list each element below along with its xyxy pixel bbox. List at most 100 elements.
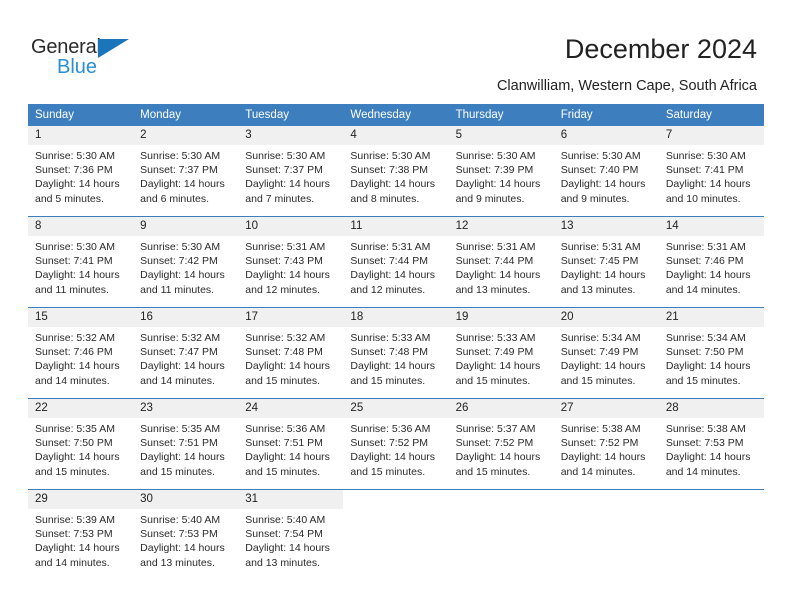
day-details bbox=[449, 509, 554, 513]
day-details: Sunrise: 5:34 AM Sunset: 7:49 PM Daylight:… bbox=[554, 327, 659, 388]
calendar-day-cell[interactable]: 13 Sunrise: 5:31 AM Sunset: 7:45 PM Dayligh… bbox=[553, 216, 659, 308]
daylight-duration-line2: and 13 minutes. bbox=[455, 283, 531, 296]
calendar-day-cell[interactable]: 21 Sunrise: 5:34 AM Sunset: 7:50 PM Dayligh… bbox=[658, 307, 764, 399]
day-details: Sunrise: 5:36 AM Sunset: 7:52 PM Daylight:… bbox=[343, 418, 448, 479]
sunset-time: Sunset: 7:50 PM bbox=[35, 437, 113, 450]
sunset-time: Sunset: 7:47 PM bbox=[140, 346, 218, 359]
calendar-day-cell[interactable]: 25 Sunrise: 5:36 AM Sunset: 7:52 PM Dayligh… bbox=[343, 398, 449, 490]
sunset-time: Sunset: 7:48 PM bbox=[245, 346, 323, 359]
calendar-day-cell[interactable]: 19 Sunrise: 5:33 AM Sunset: 7:49 PM Dayligh… bbox=[448, 307, 554, 399]
page-header: General Blue December 2024 Clanwilliam, … bbox=[0, 0, 792, 100]
sunset-time: Sunset: 7:52 PM bbox=[350, 437, 429, 450]
calendar-day-cell[interactable]: 29 Sunrise: 5:39 AM Sunset: 7:53 PM Dayligh… bbox=[28, 489, 134, 580]
sunrise-time: Sunrise: 5:36 AM bbox=[245, 423, 326, 435]
day-details: Sunrise: 5:32 AM Sunset: 7:48 PM Daylight:… bbox=[238, 327, 343, 388]
day-number: 6 bbox=[553, 126, 659, 145]
day-number: 31 bbox=[238, 490, 344, 509]
calendar-day-cell[interactable]: 2 Sunrise: 5:30 AM Sunset: 7:37 PM Daylight… bbox=[133, 126, 239, 217]
sunrise-time: Sunrise: 5:38 AM bbox=[665, 423, 746, 435]
calendar-day-cell[interactable]: 10 Sunrise: 5:31 AM Sunset: 7:43 PM Dayligh… bbox=[238, 216, 344, 308]
calendar-day-cell[interactable]: 31 Sunrise: 5:40 AM Sunset: 7:54 PM Dayligh… bbox=[238, 489, 344, 580]
daylight-duration-line2: and 6 minutes. bbox=[140, 192, 210, 205]
calendar-day-cell[interactable]: 23 Sunrise: 5:35 AM Sunset: 7:51 PM Dayligh… bbox=[133, 398, 239, 490]
sunset-time: Sunset: 7:45 PM bbox=[560, 255, 639, 268]
calendar-day-cell[interactable]: 6 Sunrise: 5:30 AM Sunset: 7:40 PM Daylight… bbox=[553, 126, 659, 217]
calendar-day-cell[interactable]: 14 Sunrise: 5:31 AM Sunset: 7:46 PM Dayligh… bbox=[658, 216, 764, 308]
day-details: Sunrise: 5:33 AM Sunset: 7:49 PM Daylight:… bbox=[449, 327, 554, 388]
daylight-duration-line1: Daylight: 14 hours bbox=[665, 178, 751, 191]
calendar-day-cell[interactable]: 22 Sunrise: 5:35 AM Sunset: 7:50 PM Dayligh… bbox=[28, 398, 134, 490]
daylight-duration-line1: Daylight: 14 hours bbox=[560, 269, 646, 282]
daylight-duration-line1: Daylight: 14 hours bbox=[350, 178, 436, 191]
calendar-day-cell[interactable]: 4 Sunrise: 5:30 AM Sunset: 7:38 PM Daylight… bbox=[343, 126, 449, 217]
daylight-duration-line1: Daylight: 14 hours bbox=[35, 178, 120, 191]
calendar-day-cell[interactable]: 24 Sunrise: 5:36 AM Sunset: 7:51 PM Dayligh… bbox=[238, 398, 344, 490]
day-number: 1 bbox=[28, 126, 134, 145]
weekday-header-friday: Friday bbox=[553, 104, 659, 126]
sunrise-sunset-calendar: Sunday Monday Tuesday Wednesday Thursday… bbox=[28, 104, 764, 580]
sunset-time: Sunset: 7:49 PM bbox=[560, 346, 639, 359]
sunrise-time: Sunrise: 5:31 AM bbox=[560, 241, 641, 253]
daylight-duration-line2: and 13 minutes. bbox=[560, 283, 636, 296]
daylight-duration-line2: and 14 minutes. bbox=[35, 556, 110, 569]
daylight-duration-line1: Daylight: 14 hours bbox=[665, 451, 751, 464]
daylight-duration-line1: Daylight: 14 hours bbox=[140, 178, 225, 191]
calendar-day-cell[interactable]: 30 Sunrise: 5:40 AM Sunset: 7:53 PM Dayligh… bbox=[133, 489, 239, 580]
calendar-day-cell[interactable]: 11 Sunrise: 5:31 AM Sunset: 7:44 PM Dayligh… bbox=[343, 216, 449, 308]
logo-text-blue: Blue bbox=[57, 56, 98, 78]
calendar-day-cell[interactable]: 1 Sunrise: 5:30 AM Sunset: 7:36 PM Daylight… bbox=[28, 126, 134, 217]
daylight-duration-line1: Daylight: 14 hours bbox=[455, 269, 541, 282]
day-number: 23 bbox=[133, 399, 239, 418]
generalblue-logo[interactable]: General Blue bbox=[31, 36, 171, 84]
day-details bbox=[343, 509, 448, 513]
sunset-time: Sunset: 7:42 PM bbox=[140, 255, 218, 268]
daylight-duration-line2: and 15 minutes. bbox=[665, 374, 741, 387]
calendar-day-cell[interactable]: 18 Sunrise: 5:33 AM Sunset: 7:48 PM Dayligh… bbox=[343, 307, 449, 399]
sunset-time: Sunset: 7:53 PM bbox=[35, 528, 113, 541]
day-details: Sunrise: 5:32 AM Sunset: 7:46 PM Daylight:… bbox=[28, 327, 133, 388]
daylight-duration-line2: and 9 minutes. bbox=[455, 192, 525, 205]
calendar-day-cell[interactable]: 8 Sunrise: 5:30 AM Sunset: 7:41 PM Daylight… bbox=[28, 216, 134, 308]
day-details: Sunrise: 5:36 AM Sunset: 7:51 PM Daylight:… bbox=[238, 418, 343, 479]
sunset-time: Sunset: 7:49 PM bbox=[455, 346, 534, 359]
calendar-day-cell[interactable]: 15 Sunrise: 5:32 AM Sunset: 7:46 PM Dayligh… bbox=[28, 307, 134, 399]
daylight-duration-line1: Daylight: 14 hours bbox=[245, 360, 330, 373]
sunrise-time: Sunrise: 5:30 AM bbox=[560, 150, 641, 162]
sunset-time: Sunset: 7:52 PM bbox=[455, 437, 534, 450]
calendar-day-cell[interactable]: 28 Sunrise: 5:38 AM Sunset: 7:53 PM Dayligh… bbox=[658, 398, 764, 490]
sunset-time: Sunset: 7:37 PM bbox=[245, 164, 323, 177]
calendar-day-cell[interactable]: 7 Sunrise: 5:30 AM Sunset: 7:41 PM Daylight… bbox=[658, 126, 764, 217]
day-number: 9 bbox=[133, 217, 239, 236]
daylight-duration-line2: and 14 minutes. bbox=[35, 374, 110, 387]
sunset-time: Sunset: 7:53 PM bbox=[665, 437, 744, 450]
day-number: 14 bbox=[658, 217, 764, 236]
sunrise-time: Sunrise: 5:30 AM bbox=[665, 150, 746, 162]
daylight-duration-line2: and 9 minutes. bbox=[560, 192, 630, 205]
daylight-duration-line2: and 15 minutes. bbox=[455, 374, 531, 387]
calendar-day-cell[interactable]: 27 Sunrise: 5:38 AM Sunset: 7:52 PM Dayligh… bbox=[553, 398, 659, 490]
sunset-time: Sunset: 7:46 PM bbox=[35, 346, 113, 359]
calendar-day-cell[interactable]: 17 Sunrise: 5:32 AM Sunset: 7:48 PM Dayligh… bbox=[238, 307, 344, 399]
logo-text-general: General bbox=[31, 36, 101, 58]
calendar-day-cell[interactable]: 16 Sunrise: 5:32 AM Sunset: 7:47 PM Dayligh… bbox=[133, 307, 239, 399]
calendar-day-cell[interactable]: 12 Sunrise: 5:31 AM Sunset: 7:44 PM Dayligh… bbox=[448, 216, 554, 308]
calendar-day-cell[interactable]: 20 Sunrise: 5:34 AM Sunset: 7:49 PM Dayligh… bbox=[553, 307, 659, 399]
page-subtitle: Clanwilliam, Western Cape, South Africa bbox=[496, 78, 757, 94]
daylight-duration-line1: Daylight: 14 hours bbox=[665, 360, 751, 373]
day-details: Sunrise: 5:33 AM Sunset: 7:48 PM Daylight:… bbox=[343, 327, 448, 388]
day-number bbox=[448, 490, 554, 509]
calendar-day-cell[interactable]: 3 Sunrise: 5:30 AM Sunset: 7:37 PM Daylight… bbox=[238, 126, 344, 217]
calendar-day-cell[interactable]: 9 Sunrise: 5:30 AM Sunset: 7:42 PM Daylight… bbox=[133, 216, 239, 308]
calendar-week-row: 29 Sunrise: 5:39 AM Sunset: 7:53 PM Dayligh… bbox=[28, 489, 764, 580]
sunset-time: Sunset: 7:50 PM bbox=[665, 346, 744, 359]
calendar-day-cell-empty bbox=[553, 489, 659, 580]
calendar-day-cell-empty bbox=[448, 489, 554, 580]
calendar-day-cell[interactable]: 26 Sunrise: 5:37 AM Sunset: 7:52 PM Dayligh… bbox=[448, 398, 554, 490]
daylight-duration-line2: and 14 minutes. bbox=[665, 465, 741, 478]
calendar-day-cell[interactable]: 5 Sunrise: 5:30 AM Sunset: 7:39 PM Daylight… bbox=[448, 126, 554, 217]
day-number: 20 bbox=[553, 308, 659, 327]
day-number: 4 bbox=[343, 126, 449, 145]
sunrise-time: Sunrise: 5:32 AM bbox=[245, 332, 326, 344]
weekday-header-wednesday: Wednesday bbox=[343, 104, 449, 126]
daylight-duration-line1: Daylight: 14 hours bbox=[665, 269, 751, 282]
